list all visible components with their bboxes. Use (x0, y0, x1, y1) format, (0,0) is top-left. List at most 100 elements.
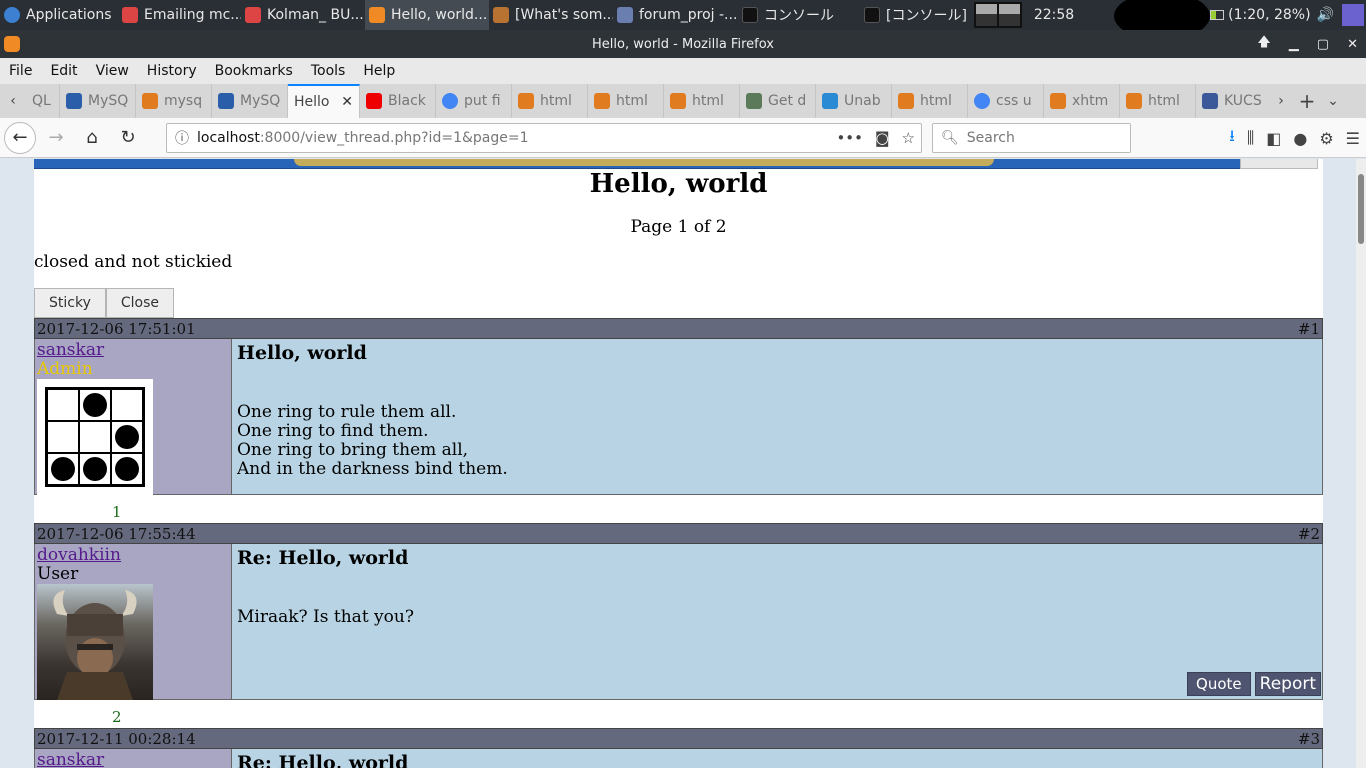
google-icon (974, 93, 990, 109)
back-icon[interactable]: ← (4, 121, 36, 154)
home-icon[interactable]: ⌂ (76, 122, 108, 154)
tab[interactable]: html (892, 84, 968, 118)
search-input[interactable]: 🔍︎ Search (932, 123, 1131, 153)
post-number[interactable]: #2 (1298, 525, 1320, 543)
post-text: Miraak? Is that you? (237, 607, 414, 627)
tab[interactable]: put fi (436, 84, 512, 118)
post-number[interactable]: #1 (1298, 320, 1320, 338)
page-info: Page 1 of 2 (630, 217, 727, 237)
post-text: One ring to rule them all. One ring to f… (237, 402, 508, 479)
dragonborn-helmet-icon (53, 590, 137, 700)
tab[interactable]: html (1120, 84, 1196, 118)
post-number[interactable]: #3 (1298, 730, 1320, 748)
tab-scroll-left-icon[interactable]: ‹ (0, 84, 26, 118)
os-task-emailing[interactable]: Emailing mc... (118, 0, 241, 30)
username-link[interactable]: sanskar (37, 751, 229, 768)
tab[interactable]: MySQ (212, 84, 288, 118)
tab[interactable]: mysq (136, 84, 212, 118)
window-titlebar: Hello, world - Mozilla Firefox 🡅 ▁ ▢ ✕ (0, 30, 1366, 58)
os-task-label: forum_proj -... (639, 7, 738, 23)
os-task-console-2[interactable]: [コンソール] (860, 0, 984, 30)
volume-icon[interactable]: 🔊 (1317, 7, 1334, 23)
tab[interactable]: xhtm (1044, 84, 1120, 118)
os-task-kolman[interactable]: Kolman_ BU... (241, 0, 365, 30)
menu-file[interactable]: File (0, 63, 41, 79)
tab[interactable]: Unab (816, 84, 892, 118)
tab-label: MySQ (88, 93, 129, 109)
new-tab-icon[interactable]: + (1294, 84, 1320, 118)
workspace-icon[interactable] (1342, 4, 1364, 26)
minimize-icon[interactable]: ▁ (1289, 37, 1299, 52)
tab-label: html (692, 93, 724, 109)
menu-edit[interactable]: Edit (41, 63, 86, 79)
menu-tools[interactable]: Tools (302, 63, 355, 79)
post-actions: Quote Report (1187, 672, 1321, 696)
tab-active[interactable]: Hello ✕ (288, 84, 360, 118)
search-placeholder: Search (966, 130, 1015, 146)
pocket-icon[interactable]: ◙ (875, 129, 890, 147)
downloads-icon[interactable]: ⭳ (1229, 125, 1235, 152)
tab[interactable]: html (512, 84, 588, 118)
sidebar-icon[interactable]: ◧ (1266, 129, 1281, 148)
stackoverflow-icon (1126, 93, 1142, 109)
tab-label: Black (388, 93, 426, 109)
reload-icon[interactable]: ↻ (112, 122, 144, 154)
os-task-whats[interactable]: [What's som... (489, 0, 613, 30)
page-scrollbar[interactable] (1356, 159, 1366, 768)
tab[interactable]: css u (968, 84, 1044, 118)
tab[interactable]: KUCS (1196, 84, 1268, 118)
os-task-console[interactable]: コンソール (738, 0, 860, 30)
hamburger-menu-icon[interactable]: ☰ (1346, 129, 1360, 148)
os-task-forum-proj[interactable]: forum_proj -... (613, 0, 738, 30)
keep-above-icon[interactable]: 🡅 (1257, 33, 1270, 55)
page-actions-icon[interactable]: ••• (836, 129, 863, 147)
banner-button[interactable] (1240, 159, 1318, 169)
google-icon (442, 93, 458, 109)
tab[interactable]: Black (360, 84, 436, 118)
settings-gear-icon[interactable]: ⚙ (1319, 129, 1333, 148)
firefox-icon (4, 36, 20, 52)
post: 2017-12-06 17:51:01 #1 sanskar Admin Hel… (34, 318, 1323, 495)
bookmark-star-icon[interactable]: ☆ (902, 129, 915, 147)
list-all-tabs-icon[interactable]: ⌄ (1320, 84, 1346, 118)
menu-bookmarks[interactable]: Bookmarks (206, 63, 302, 79)
scrollbar-thumb[interactable] (1358, 174, 1364, 244)
username-link[interactable]: sanskar (37, 341, 229, 360)
tab-label: KUCS (1224, 93, 1262, 109)
tab[interactable]: Get d (740, 84, 816, 118)
forward-icon[interactable]: → (40, 122, 72, 154)
os-task-applications[interactable]: Applications (0, 0, 118, 30)
stackoverflow-icon (594, 93, 610, 109)
tab[interactable]: MySQ (60, 84, 136, 118)
tab[interactable]: QL (26, 84, 60, 118)
username-link[interactable]: dovahkiin (37, 546, 229, 565)
tab-label: html (920, 93, 952, 109)
library-icon[interactable]: ⫼ (1247, 128, 1254, 148)
quote-button[interactable]: Quote (1187, 672, 1251, 696)
stackoverflow-icon (518, 93, 534, 109)
post-footer-number: 1 (112, 503, 122, 521)
site-info-icon[interactable]: ⓘ (167, 128, 197, 148)
maximize-icon[interactable]: ▢ (1317, 37, 1329, 52)
menu-history[interactable]: History (138, 63, 206, 79)
url-bar[interactable]: ⓘ localhost:8000/view_thread.php?id=1&pa… (166, 123, 922, 153)
menu-help[interactable]: Help (354, 63, 404, 79)
tab-scroll-right-icon[interactable]: › (1268, 84, 1294, 118)
extension-icon[interactable]: ● (1293, 129, 1307, 148)
tab-label: Unab (844, 93, 881, 109)
close-icon[interactable]: ✕ (1347, 37, 1358, 52)
tab[interactable]: html (588, 84, 664, 118)
close-button[interactable]: Close (105, 288, 174, 318)
menu-view[interactable]: View (87, 63, 138, 79)
avatar (37, 379, 153, 495)
post-author: sanskar Admin (35, 339, 232, 495)
sticky-button[interactable]: Sticky (34, 288, 106, 318)
tab[interactable]: html (664, 84, 740, 118)
url-host: localhost (197, 130, 260, 146)
post-title: Re: Hello, world (237, 752, 409, 768)
tab-label: html (1148, 93, 1180, 109)
post-timestamp: 2017-12-11 00:28:14 (37, 729, 196, 748)
report-button[interactable]: Report (1254, 672, 1321, 696)
tab-close-icon[interactable]: ✕ (341, 94, 353, 110)
os-task-firefox[interactable]: Hello, world... (365, 0, 489, 30)
